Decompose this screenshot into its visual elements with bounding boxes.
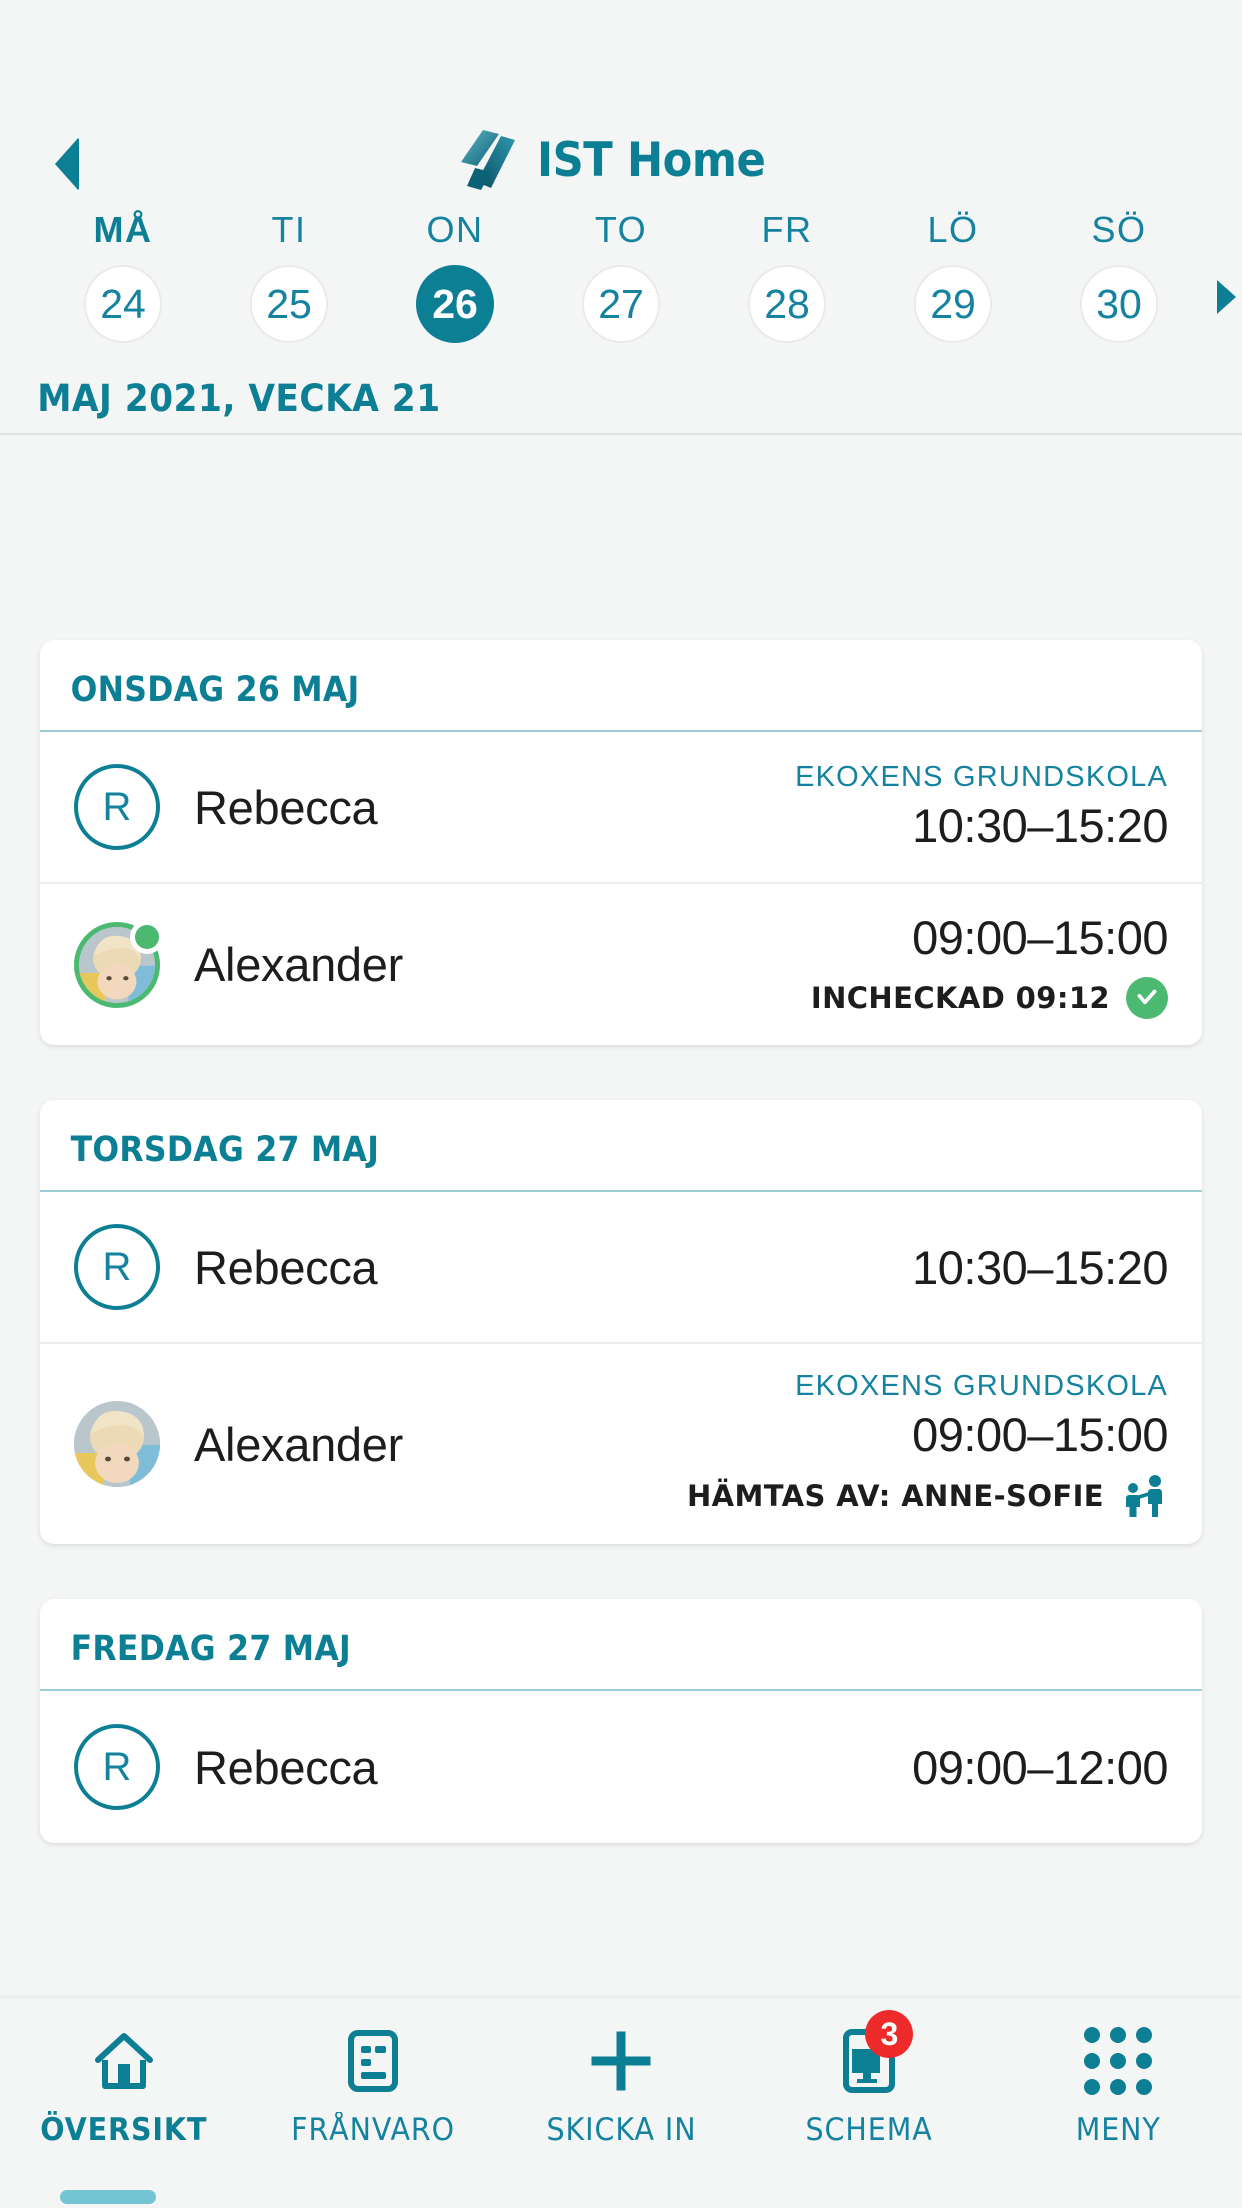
- day-circle-26-selected[interactable]: 26: [416, 265, 494, 343]
- time-range: 10:30–15:20: [912, 1240, 1168, 1294]
- day-cell-4[interactable]: 28: [704, 265, 870, 343]
- nav-item-oversikt[interactable]: ÖVERSIKT: [0, 2026, 248, 2148]
- student-row[interactable]: Alexander EKOXENS GRUNDSKOLA 09:00–15:00…: [40, 1344, 1202, 1544]
- day-circle-24[interactable]: 24: [84, 265, 162, 343]
- day-cards-scroll[interactable]: ONSDAG 26 MAJ R Rebecca EKOXENS GRUNDSKO…: [0, 598, 1242, 2208]
- student-name: Rebecca: [194, 780, 378, 834]
- nav-item-meny[interactable]: MENY: [994, 2026, 1242, 2148]
- day-cell-1[interactable]: 25: [206, 265, 372, 343]
- app-screen: IST Home MÅ TI ON TO FR LÖ SÖ 24 25 26 2…: [0, 0, 1242, 2208]
- day-cell-2[interactable]: 26: [372, 265, 538, 343]
- status-badge: HÄMTAS AV: ANNE-SOFIE: [687, 1474, 1168, 1518]
- day-cell-3[interactable]: 27: [538, 265, 704, 343]
- day-card: TORSDAG 27 MAJ R Rebecca 10:30–15:20 Ale…: [40, 1100, 1202, 1544]
- student-name: Rebecca: [194, 1740, 378, 1794]
- day-name-0: MÅ: [93, 209, 153, 250]
- student-name: Alexander: [194, 938, 403, 991]
- next-week-arrow-icon[interactable]: [1217, 280, 1236, 314]
- student-name: Rebecca: [194, 1240, 378, 1294]
- plus-icon: [590, 2026, 652, 2096]
- day-number-row: 24 25 26 27 28 29 30: [0, 251, 1242, 343]
- day-circle-29[interactable]: 29: [914, 265, 992, 343]
- grid-dots-icon: [1083, 2026, 1152, 2096]
- avatar: R: [74, 1224, 160, 1310]
- nav-label-schema: SCHEMA: [805, 2112, 933, 2148]
- nav-item-schema[interactable]: 3 SCHEMA: [745, 2010, 993, 2148]
- day-circle-25[interactable]: 25: [250, 265, 328, 343]
- avatar: [74, 1401, 160, 1487]
- avatar-initial: R: [74, 1724, 160, 1810]
- day-cell-5[interactable]: 29: [870, 265, 1036, 343]
- bottom-navigation: ÖVERSIKT FRÅNVARO SKICKA IN 3 SCHEMA MEN…: [0, 1998, 1242, 2208]
- brand-lockup: IST Home: [0, 128, 1242, 192]
- day-card-title: TORSDAG 27 MAJ: [70, 1130, 380, 1170]
- row-details: 10:30–15:20: [912, 1240, 1168, 1295]
- day-name-3: TO: [594, 209, 648, 250]
- day-circle-30[interactable]: 30: [1080, 265, 1158, 343]
- day-name-2: ON: [426, 209, 484, 250]
- check-circle-icon: [1126, 977, 1168, 1019]
- day-name-5: LÖ: [927, 209, 979, 250]
- day-name-1: TI: [271, 209, 307, 250]
- day-name-4: FR: [761, 209, 813, 250]
- day-circle-28[interactable]: 28: [748, 265, 826, 343]
- day-cell-0[interactable]: 24: [40, 265, 206, 343]
- row-details: EKOXENS GRUNDSKOLA 09:00–15:00 HÄMTAS AV…: [687, 1370, 1169, 1518]
- day-card-title: ONSDAG 26 MAJ: [70, 670, 360, 710]
- time-range: 09:00–15:00: [912, 1408, 1168, 1461]
- schema-badge-count: 3: [865, 2010, 914, 2058]
- row-details: 09:00–12:00: [912, 1740, 1168, 1795]
- student-row[interactable]: Alexander 09:00–15:00 INCHECKAD 09:12: [40, 884, 1202, 1045]
- home-icon: [92, 2026, 156, 2096]
- student-name: Alexander: [194, 1417, 403, 1471]
- nav-label-meny: MENY: [1075, 2112, 1161, 2148]
- row-details: EKOXENS GRUNDSKOLA 10:30–15:20: [795, 761, 1168, 853]
- nav-item-skicka-in[interactable]: SKICKA IN: [497, 2026, 745, 2148]
- brand-title: IST Home: [536, 132, 766, 188]
- row-details: 09:00–15:00 INCHECKAD 09:12: [811, 910, 1169, 1019]
- header-divider: [0, 433, 1242, 435]
- avatar-initial: R: [74, 1224, 160, 1310]
- status-text: HÄMTAS AV: ANNE-SOFIE: [686, 1479, 1104, 1513]
- nav-label-franvaro: FRÅNVARO: [290, 2112, 455, 2148]
- nav-label-oversikt: ÖVERSIKT: [40, 2112, 208, 2148]
- app-header: IST Home: [0, 0, 1242, 195]
- student-row[interactable]: R Rebecca EKOXENS GRUNDSKOLA 10:30–15:20: [40, 732, 1202, 884]
- status-text: INCHECKAD 09:12: [810, 981, 1110, 1015]
- nav-label-skicka-in: SKICKA IN: [546, 2112, 696, 2148]
- pickup-person-icon: [1120, 1474, 1168, 1518]
- ist-logo-mark: [457, 128, 519, 192]
- avatar: R: [74, 764, 160, 850]
- day-circle-27[interactable]: 27: [582, 265, 660, 343]
- time-range: 10:30–15:20: [912, 799, 1168, 852]
- avatar: [74, 919, 164, 1008]
- student-row[interactable]: R Rebecca 10:30–15:20: [40, 1192, 1202, 1344]
- day-card-title: FREDAG 27 MAJ: [70, 1629, 352, 1669]
- school-name: EKOXENS GRUNDSKOLA: [795, 761, 1168, 793]
- home-indicator: [60, 2190, 156, 2204]
- week-strip: MÅ TI ON TO FR LÖ SÖ 24 25 26 27 28 29 3…: [0, 195, 1242, 435]
- day-card: FREDAG 27 MAJ R Rebecca 09:00–12:00: [40, 1599, 1202, 1843]
- time-range: 09:00–15:00: [912, 911, 1168, 964]
- nav-item-franvaro[interactable]: FRÅNVARO: [248, 2026, 496, 2148]
- day-name-6: SÖ: [1091, 209, 1147, 250]
- avatar: R: [74, 1724, 160, 1810]
- month-week-label: MAJ 2021, VECKA 21: [37, 377, 441, 420]
- day-cell-6[interactable]: 30: [1036, 265, 1202, 343]
- day-name-row: MÅ TI ON TO FR LÖ SÖ: [0, 195, 1242, 251]
- time-range: 09:00–12:00: [912, 1740, 1168, 1794]
- day-card: ONSDAG 26 MAJ R Rebecca EKOXENS GRUNDSKO…: [40, 640, 1202, 1045]
- student-row[interactable]: R Rebecca 09:00–12:00: [40, 1691, 1202, 1843]
- avatar-initial: R: [74, 764, 160, 850]
- presence-dot-icon: [130, 919, 164, 954]
- document-lines-icon: [347, 2026, 398, 2096]
- schedule-screen-icon: 3: [843, 2010, 914, 2096]
- avatar-photo: [74, 1401, 160, 1487]
- school-name: EKOXENS GRUNDSKOLA: [795, 1370, 1168, 1402]
- status-badge: INCHECKAD 09:12: [811, 977, 1168, 1019]
